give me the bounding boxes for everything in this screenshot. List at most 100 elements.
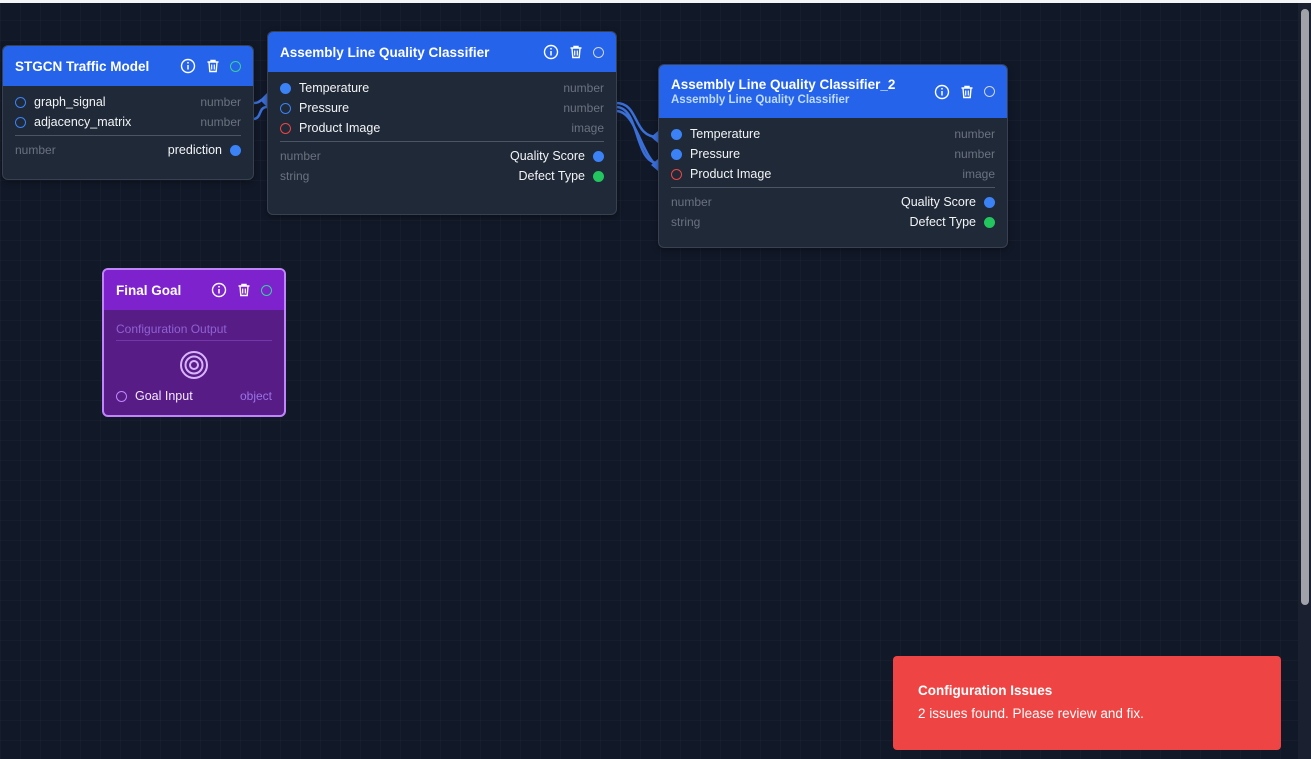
port-type: number [563,81,604,95]
edge-classifier-to-classifier2-c[interactable] [615,109,659,168]
output-port-row[interactable]: string Defect Type [280,166,604,186]
output-port-handle[interactable] [230,144,241,156]
port-name: Quality Score [509,149,585,163]
input-port-handle[interactable] [671,128,682,140]
toast-title: Configuration Issues [918,683,1053,698]
port-name: Product Image [299,121,381,135]
config-output-label: Configuration Output [116,322,272,341]
node-header[interactable]: Assembly Line Quality Classifier_2 Assem… [659,65,1007,118]
status-dot-icon [261,284,272,296]
node-header[interactable]: STGCN Traffic Model [3,46,253,86]
input-port-handle[interactable] [671,148,682,160]
node-title: Assembly Line Quality Classifier_2 [671,77,896,92]
status-dot-icon [984,86,995,97]
port-type: number [563,101,604,115]
port-type: number [954,127,995,141]
trash-icon[interactable] [236,282,252,298]
node-assembly-line-quality-classifier-2[interactable]: Assembly Line Quality Classifier_2 Assem… [658,64,1008,248]
port-type: number [954,147,995,161]
input-port-handle[interactable] [15,96,26,108]
input-port-handle[interactable] [671,168,682,180]
input-port-handle[interactable] [280,122,291,134]
port-type: number [280,149,321,163]
output-port-row[interactable]: number Quality Score [671,192,995,212]
port-name: graph_signal [34,95,106,109]
node-header[interactable]: Assembly Line Quality Classifier [268,32,616,72]
edge-arrow [651,131,658,143]
edge-stgcn-to-classifier-2[interactable] [252,105,268,121]
edge-stgcn-to-classifier[interactable] [252,97,268,105]
output-port-handle[interactable] [593,170,604,182]
vertical-scrollbar[interactable] [1298,3,1311,759]
node-title: Final Goal [116,282,182,298]
port-name: Pressure [299,101,350,115]
port-name: Pressure [690,147,741,161]
output-port-row[interactable]: number Quality Score [280,146,604,166]
input-port-handle[interactable] [280,102,291,114]
input-port-row[interactable]: Temperature number [280,78,604,98]
input-port-row[interactable]: Temperature number [671,124,995,144]
status-dot-icon [593,46,604,58]
output-port-handle[interactable] [593,150,604,162]
port-type: number [671,195,712,209]
edge-arrow [651,159,658,171]
info-icon[interactable] [543,44,559,60]
divider [15,135,241,136]
output-port-handle[interactable] [984,216,995,228]
input-port-row[interactable]: Product Image image [671,164,995,184]
port-name: Temperature [690,127,761,141]
input-port-row[interactable]: Pressure number [671,144,995,164]
port-type: image [962,167,995,181]
divider [671,187,995,188]
output-port-handle[interactable] [984,196,995,208]
port-type: string [280,169,310,183]
divider [280,141,604,142]
trash-icon[interactable] [205,58,221,74]
node-final-goal[interactable]: Final Goal Configuration Output Goal Inp… [102,268,286,417]
info-icon[interactable] [934,84,950,100]
port-name: prediction [167,143,222,157]
port-name: Temperature [299,81,370,95]
input-port-handle[interactable] [280,82,291,94]
input-port-handle[interactable] [15,116,26,128]
node-title: Assembly Line Quality Classifier [280,44,490,60]
node-assembly-line-quality-classifier[interactable]: Assembly Line Quality Classifier Tempera… [267,31,617,215]
trash-icon[interactable] [568,44,584,60]
node-stgcn-traffic-model[interactable]: STGCN Traffic Model graph_signal number … [2,45,254,180]
edge-classifier-to-classifier2-b[interactable] [615,105,659,165]
port-name: Quality Score [900,195,976,209]
input-port-row[interactable]: Product Image image [280,118,604,138]
input-port-row[interactable]: Goal Input object [116,386,272,406]
port-name: Defect Type [518,169,585,183]
status-dot-icon [230,60,241,72]
node-title: STGCN Traffic Model [15,58,150,74]
port-type: number [200,115,241,129]
toast-message: 2 issues found. Please review and fix. [918,706,1144,721]
output-port-row[interactable]: string Defect Type [671,212,995,232]
info-icon[interactable] [180,58,196,74]
port-type: number [200,95,241,109]
configuration-issues-toast[interactable]: Configuration Issues 2 issues found. Ple… [893,656,1281,750]
edge-arrow [260,93,267,107]
port-name: Product Image [690,167,772,181]
port-type: number [15,143,56,157]
info-icon[interactable] [211,282,227,298]
input-port-row[interactable]: Pressure number [280,98,604,118]
port-name: Defect Type [909,215,976,229]
input-port-handle[interactable] [116,390,127,402]
node-subtitle: Assembly Line Quality Classifier [671,94,850,106]
trash-icon[interactable] [959,84,975,100]
port-name: Goal Input [135,389,193,403]
port-name: adjacency_matrix [34,115,132,129]
scrollbar-thumb[interactable] [1301,9,1309,605]
port-type: image [571,121,604,135]
port-type: object [239,389,272,403]
flow-canvas[interactable]: STGCN Traffic Model graph_signal number … [0,3,1298,759]
edge-classifier-to-classifier2-a[interactable] [615,101,659,139]
input-port-row[interactable]: graph_signal number [15,92,241,112]
node-header[interactable]: Final Goal [104,270,284,310]
target-icon [116,341,272,386]
port-type: string [671,215,701,229]
output-port-row[interactable]: number prediction [15,140,241,160]
input-port-row[interactable]: adjacency_matrix number [15,112,241,132]
